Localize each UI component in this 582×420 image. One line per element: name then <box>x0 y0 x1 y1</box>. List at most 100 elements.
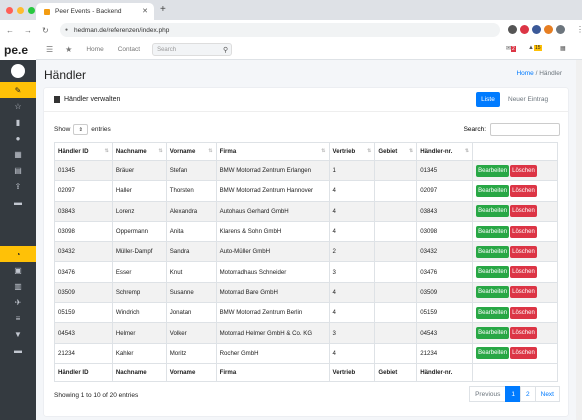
search-input[interactable]: Search ⚲ <box>152 43 233 56</box>
table-cell <box>374 180 418 202</box>
filter-icon[interactable]: ▼ <box>0 326 36 342</box>
breadcrumb-home[interactable]: Home <box>516 70 533 77</box>
table-icon[interactable]: ▦ <box>0 146 36 162</box>
delete-button[interactable]: Löschen <box>510 306 537 319</box>
column-header[interactable]: Gebiet ⇅ <box>374 142 418 161</box>
browser-tab[interactable]: Peer Events - Backend ✕ <box>36 3 154 20</box>
edit-button[interactable]: Bearbeiten <box>476 184 510 197</box>
edit-button[interactable]: Bearbeiten <box>476 245 510 258</box>
search-icon[interactable]: ⚲ <box>223 46 228 54</box>
menu-icon[interactable]: ⋮ <box>576 25 582 34</box>
list-button[interactable]: Liste <box>476 92 500 107</box>
table-cell: Helmer <box>111 322 167 344</box>
extension-icon[interactable] <box>508 25 517 34</box>
star-icon[interactable]: ☆ <box>0 98 36 114</box>
notifications-icon[interactable]: ▲15 <box>528 45 542 51</box>
page-1-button[interactable]: 1 <box>505 386 521 402</box>
page-2-button[interactable]: 2 <box>520 386 536 402</box>
adblock-icon[interactable] <box>520 25 529 34</box>
edit-button[interactable]: Bearbeiten <box>476 347 510 360</box>
hamburger-icon[interactable]: ☰ <box>46 45 53 54</box>
car-icon[interactable]: ▬ <box>0 342 36 358</box>
upload-icon[interactable]: ⇪ <box>0 178 36 194</box>
delete-button[interactable]: Löschen <box>510 184 537 197</box>
plane-icon[interactable]: ✈ <box>0 294 36 310</box>
column-header[interactable]: Händler ID ⇅ <box>54 142 113 161</box>
column-header <box>472 362 558 382</box>
edit-button[interactable]: Bearbeiten <box>476 225 510 238</box>
hotel-icon[interactable]: ▥ <box>0 278 36 294</box>
delete-button[interactable]: Löschen <box>510 327 537 340</box>
user-icon[interactable]: ● <box>0 130 36 146</box>
new-entry-button[interactable]: Neuer Eintrag <box>508 92 548 107</box>
nav-contact-link[interactable]: Contact <box>118 46 140 53</box>
nav-home-link[interactable]: Home <box>86 46 103 53</box>
edit-button[interactable]: Bearbeiten <box>476 164 510 177</box>
column-header[interactable]: Vertrieb ⇅ <box>328 142 376 161</box>
delete-button[interactable]: Löschen <box>510 347 537 360</box>
delete-button[interactable]: Löschen <box>510 286 537 299</box>
forward-icon[interactable]: → <box>24 26 36 35</box>
minimize-window-button[interactable] <box>17 7 24 14</box>
back-icon[interactable]: ← <box>6 26 18 35</box>
edit-button[interactable]: Bearbeiten <box>476 205 510 218</box>
row-actions: Bearbeiten Löschen <box>472 342 558 364</box>
column-header[interactable] <box>472 142 558 161</box>
column-header-label: Firma <box>219 368 237 376</box>
dashboard-icon[interactable]: ◔ <box>0 246 36 262</box>
edit-icon[interactable]: ✎ <box>0 82 36 98</box>
bus-icon[interactable]: ▣ <box>0 262 36 278</box>
table-search-input[interactable] <box>490 123 560 136</box>
delete-button[interactable]: Löschen <box>510 225 537 238</box>
url-field[interactable]: ● hedman.de/referenzen/index.php <box>60 23 500 37</box>
table-cell: 4 <box>328 200 376 222</box>
table-cell: 2 <box>328 241 376 263</box>
table-cell: 03843 <box>416 200 474 222</box>
next-page-button[interactable]: Next <box>534 386 560 402</box>
table-cell: 21234 <box>416 342 474 364</box>
column-header-label: Vorname <box>169 368 196 376</box>
table-cell: Stefan <box>165 159 217 182</box>
breadcrumb-separator: / <box>535 70 538 77</box>
previous-page-button[interactable]: Previous <box>469 386 507 402</box>
window-controls[interactable] <box>6 7 35 14</box>
list-icon[interactable]: ≡ <box>0 310 36 326</box>
table-cell <box>374 322 418 344</box>
table-cell: 4 <box>328 220 376 243</box>
grid-icon[interactable]: ▦ <box>560 45 566 52</box>
car-icon[interactable]: ▬ <box>0 194 36 210</box>
row-actions: Bearbeiten Löschen <box>472 180 558 202</box>
delete-button[interactable]: Löschen <box>510 245 537 258</box>
logo[interactable]: pe.e <box>0 40 36 60</box>
card-header: Händler verwalten Liste Neuer Eintrag <box>44 88 568 112</box>
maximize-window-button[interactable] <box>28 7 35 14</box>
extension-icon[interactable] <box>544 25 553 34</box>
edit-button[interactable]: Bearbeiten <box>476 327 510 340</box>
entries-select[interactable]: ⇕ <box>73 124 89 135</box>
reload-icon[interactable]: ↻ <box>42 26 54 35</box>
star-icon[interactable]: ★ <box>65 45 72 54</box>
building-icon[interactable]: ▮ <box>0 114 36 130</box>
delete-button[interactable]: Löschen <box>510 205 537 218</box>
close-tab-icon[interactable]: ✕ <box>142 7 148 15</box>
profile-icon[interactable] <box>556 25 565 34</box>
delete-button[interactable]: Löschen <box>510 164 537 177</box>
column-header[interactable]: Nachname ⇅ <box>111 142 167 161</box>
extension-icon[interactable] <box>532 25 541 34</box>
new-tab-icon[interactable]: + <box>160 4 166 15</box>
user-avatar[interactable] <box>0 60 36 82</box>
tab-bar: Peer Events - Backend ✕ + <box>0 0 582 20</box>
table-cell: 03509 <box>54 281 113 304</box>
table-cell: 3 <box>328 322 376 344</box>
messages-icon[interactable]: ✉2 <box>506 45 516 52</box>
column-header[interactable]: Händler-nr. ⇅ <box>416 142 474 161</box>
edit-button[interactable]: Bearbeiten <box>476 306 510 319</box>
close-window-button[interactable] <box>6 7 13 14</box>
scrollbar[interactable] <box>576 60 582 420</box>
document-icon[interactable]: ▤ <box>0 162 36 178</box>
delete-button[interactable]: Löschen <box>510 266 537 279</box>
edit-button[interactable]: Bearbeiten <box>476 286 510 299</box>
column-header[interactable]: Firma ⇅ <box>215 142 330 161</box>
edit-button[interactable]: Bearbeiten <box>476 266 510 279</box>
column-header[interactable]: Vorname ⇅ <box>165 142 217 161</box>
